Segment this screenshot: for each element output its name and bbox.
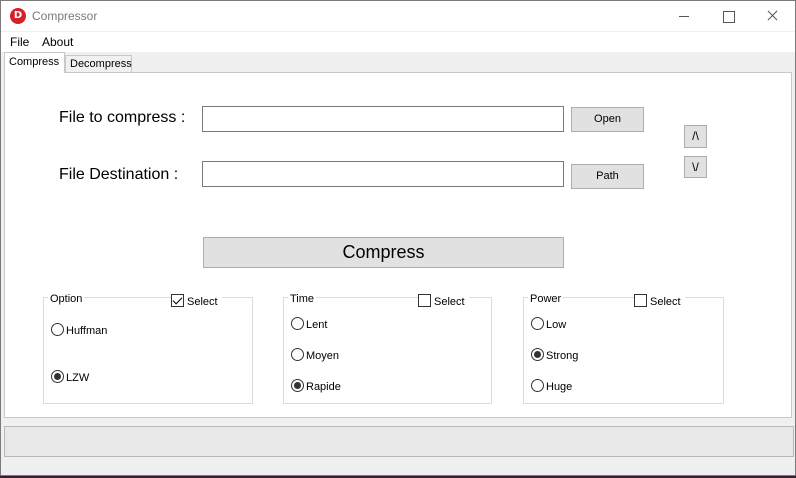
checkbox-unchecked-icon <box>634 294 647 307</box>
window-title: Compressor <box>32 9 98 23</box>
file-destination-input[interactable] <box>202 161 564 187</box>
compress-button[interactable]: Compress <box>203 237 564 268</box>
radio-huge[interactable]: Huge <box>531 379 572 393</box>
maximize-icon[interactable] <box>705 1 751 31</box>
file-to-compress-label: File to compress : <box>59 109 186 126</box>
option-group-title: Option <box>48 293 85 305</box>
radio-label: Huge <box>546 381 573 393</box>
move-down-button[interactable]: \/ <box>684 156 707 178</box>
file-destination-label: File Destination : <box>59 166 179 183</box>
radio-strong[interactable]: Strong <box>531 348 578 362</box>
radio-label: Huffman <box>66 325 108 337</box>
radio-unchecked-icon <box>291 317 304 330</box>
radio-rapide[interactable]: Rapide <box>291 379 341 393</box>
radio-moyen[interactable]: Moyen <box>291 348 339 362</box>
radio-unchecked-icon <box>531 379 544 392</box>
radio-low[interactable]: Low <box>531 317 566 331</box>
power-select-checkbox[interactable]: Select <box>634 294 685 308</box>
open-button[interactable]: Open <box>571 107 644 132</box>
menu-file[interactable]: File <box>10 35 29 49</box>
power-select-label: Select <box>650 296 681 308</box>
radio-checked-icon <box>531 348 544 361</box>
radio-label: LZW <box>66 372 90 384</box>
title-bar[interactable]: Compressor <box>1 1 795 31</box>
app-icon <box>10 8 26 24</box>
time-groupbox: Time Select Lent Moyen Rapide <box>283 293 492 404</box>
menu-about[interactable]: About <box>42 35 73 49</box>
radio-checked-icon <box>51 370 64 383</box>
radio-label: Moyen <box>306 350 340 362</box>
menu-bar: File About <box>1 32 795 52</box>
tab-compress[interactable]: Compress <box>4 52 65 73</box>
app-window: Compressor File About Compress Decompres… <box>0 0 796 476</box>
radio-checked-icon <box>291 379 304 392</box>
time-select-checkbox[interactable]: Select <box>418 294 469 308</box>
radio-label: Lent <box>306 319 328 331</box>
option-select-checkbox[interactable]: Select <box>171 294 222 308</box>
minimize-icon[interactable] <box>661 1 707 31</box>
checkbox-checked-icon <box>171 294 184 307</box>
radio-label: Strong <box>546 350 579 362</box>
radio-label: Rapide <box>306 381 341 393</box>
move-up-button[interactable]: /\ <box>684 125 707 148</box>
power-group-title: Power <box>528 293 564 305</box>
radio-unchecked-icon <box>291 348 304 361</box>
time-group-title: Time <box>288 293 317 305</box>
radio-unchecked-icon <box>51 323 64 336</box>
option-select-label: Select <box>187 296 218 308</box>
radio-lent[interactable]: Lent <box>291 317 327 331</box>
radio-unchecked-icon <box>531 317 544 330</box>
file-to-compress-input[interactable] <box>202 106 564 132</box>
radio-label: Low <box>546 319 567 331</box>
path-button[interactable]: Path <box>571 164 644 189</box>
power-groupbox: Power Select Low Strong Huge <box>523 293 724 404</box>
status-bar <box>4 426 794 457</box>
option-groupbox: Option Select Huffman LZW <box>43 293 253 404</box>
time-select-label: Select <box>434 296 465 308</box>
tab-decompress[interactable]: Decompress <box>65 55 132 73</box>
radio-huffman[interactable]: Huffman <box>51 323 107 337</box>
checkbox-unchecked-icon <box>418 294 431 307</box>
close-icon[interactable] <box>749 1 795 31</box>
compress-panel: File to compress : Open File Destination… <box>4 72 792 418</box>
radio-lzw[interactable]: LZW <box>51 370 89 384</box>
